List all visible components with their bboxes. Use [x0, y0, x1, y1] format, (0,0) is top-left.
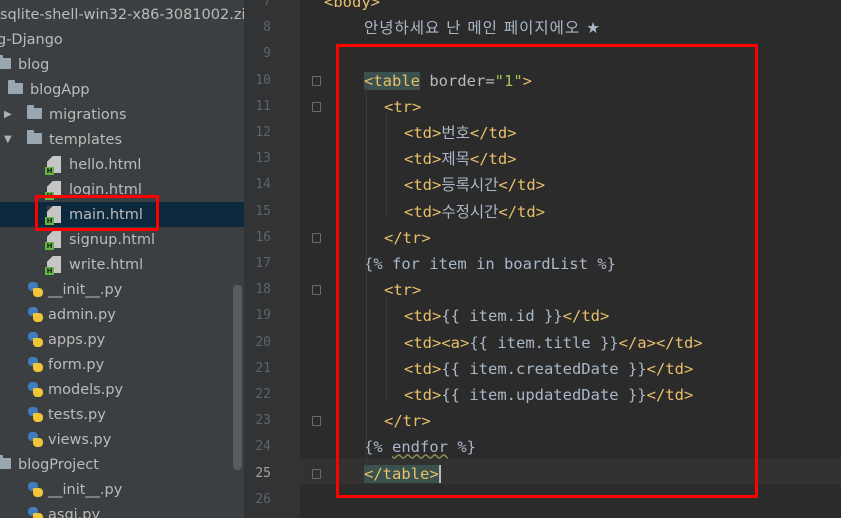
- tree-item[interactable]: blogProject: [0, 452, 244, 477]
- tree-item[interactable]: views.py: [0, 427, 244, 452]
- chevron-down-icon[interactable]: ▼: [4, 134, 16, 145]
- line-number: 22: [255, 387, 271, 402]
- tree-item-label: hello.html: [69, 156, 142, 173]
- line-number: 23: [255, 413, 271, 429]
- fold-marker-icon[interactable]: [312, 468, 321, 479]
- tree-item[interactable]: sqlite-shell-win32-x86-3081002.zip: [0, 2, 244, 27]
- tree-item-label: blog: [18, 56, 50, 73]
- line-number: 15: [255, 203, 271, 219]
- tree-item[interactable]: signup.html: [0, 227, 244, 252]
- line-number: 20: [255, 334, 271, 350]
- tree-scrollbar[interactable]: [233, 285, 242, 470]
- tree-item[interactable]: tests.py: [0, 402, 244, 427]
- tree-item-label: asgi.py: [48, 506, 101, 518]
- folder-icon: [0, 455, 11, 469]
- tree-item[interactable]: hello.html: [0, 152, 244, 177]
- python-file-icon: [27, 481, 44, 498]
- tree-item-label: form.py: [48, 356, 105, 373]
- tree-item[interactable]: ▶ migrations: [0, 102, 244, 127]
- python-file-icon: [27, 331, 44, 348]
- tree-item-label: views.py: [48, 431, 112, 448]
- tree-item[interactable]: blog: [0, 52, 244, 77]
- tree-item-label: apps.py: [48, 331, 106, 348]
- tree-item-label: models.py: [48, 381, 124, 398]
- tree-item-label: blogApp: [30, 81, 90, 98]
- line-number: 10: [255, 72, 271, 88]
- fold-marker-icon[interactable]: [312, 285, 321, 296]
- tree-item-label: g-Django: [0, 31, 63, 48]
- line-number: 19: [255, 308, 271, 324]
- annotation-box-table-code: [336, 44, 758, 498]
- line-number: 18: [255, 282, 271, 298]
- python-file-icon: [27, 306, 44, 323]
- line-number: 24: [255, 439, 271, 455]
- tree-item[interactable]: models.py: [0, 377, 244, 402]
- tree-item[interactable]: __init__.py: [0, 477, 244, 502]
- html-file-icon: [45, 156, 61, 175]
- code-line[interactable]: <a href="{% url 'blogWrite' %}">글 등록하기</…: [364, 513, 781, 518]
- tree-item[interactable]: blogApp: [0, 77, 244, 102]
- tree-item-label: templates: [49, 131, 123, 148]
- tree-item[interactable]: asgi.py: [0, 502, 244, 518]
- code-line[interactable]: <body>: [324, 0, 380, 15]
- python-file-icon: [27, 381, 44, 398]
- tree-item-label: sqlite-shell-win32-x86-3081002.zip: [0, 6, 244, 23]
- line-number: 26: [255, 491, 271, 507]
- python-file-icon: [27, 281, 44, 298]
- line-number: 13: [255, 151, 271, 167]
- tree-item[interactable]: apps.py: [0, 327, 244, 352]
- line-number-gutter: 789101112131415161718192021222324252627: [244, 0, 300, 518]
- tree-item-label: signup.html: [69, 231, 156, 248]
- line-number: 12: [255, 125, 271, 140]
- chevron-right-icon[interactable]: ▶: [4, 109, 16, 120]
- python-file-icon: [27, 356, 44, 373]
- tree-item-label: write.html: [69, 256, 144, 273]
- line-number: 25: [255, 465, 271, 481]
- folder-icon: [8, 80, 23, 94]
- code-token: 안녕하세요 난 메인 페이지에오 ★: [364, 19, 601, 38]
- tree-item[interactable]: ▼ templates: [0, 127, 244, 152]
- tree-item-label: migrations: [49, 106, 127, 123]
- tree-item[interactable]: write.html: [0, 252, 244, 277]
- fold-marker-icon[interactable]: [312, 232, 321, 243]
- line-number: 17: [255, 256, 271, 271]
- folder-icon: [0, 55, 11, 69]
- tree-item[interactable]: form.py: [0, 352, 244, 377]
- line-number: 11: [255, 98, 271, 114]
- tree-item-label: __init__.py: [48, 481, 123, 498]
- python-file-icon: [27, 431, 44, 448]
- html-file-icon: [45, 231, 61, 250]
- tree-item-label: admin.py: [48, 306, 116, 323]
- folder-icon: [27, 130, 42, 144]
- tree-item[interactable]: admin.py: [0, 302, 244, 327]
- tree-item-label: tests.py: [48, 406, 106, 423]
- tree-item-label: blogProject: [18, 456, 99, 473]
- tree-item[interactable]: g-Django: [0, 27, 244, 52]
- project-tree-panel: sqlite-shell-win32-x86-3081002.zip g-Djan…: [0, 0, 244, 518]
- code-token: <body>: [324, 0, 380, 11]
- tree-item-label: __init__.py: [48, 281, 123, 298]
- tree-item[interactable]: __init__.py: [0, 277, 244, 302]
- python-file-icon: [27, 506, 44, 518]
- fold-marker-icon[interactable]: [312, 75, 321, 86]
- line-number: 16: [255, 229, 271, 245]
- fold-marker-icon[interactable]: [312, 101, 321, 112]
- html-file-icon: [45, 256, 61, 275]
- code-line[interactable]: 안녕하세요 난 메인 페이지에오 ★: [364, 15, 601, 41]
- line-number: 8: [263, 20, 271, 36]
- line-number: 9: [263, 46, 271, 62]
- line-number: 7: [263, 0, 271, 9]
- line-number: 21: [255, 360, 271, 376]
- line-number: 14: [255, 177, 271, 193]
- python-file-icon: [27, 406, 44, 423]
- folder-icon: [27, 105, 42, 119]
- annotation-box-main-html: [35, 195, 159, 231]
- fold-marker-icon[interactable]: [312, 416, 321, 427]
- code-editor[interactable]: 789101112131415161718192021222324252627 …: [244, 0, 841, 518]
